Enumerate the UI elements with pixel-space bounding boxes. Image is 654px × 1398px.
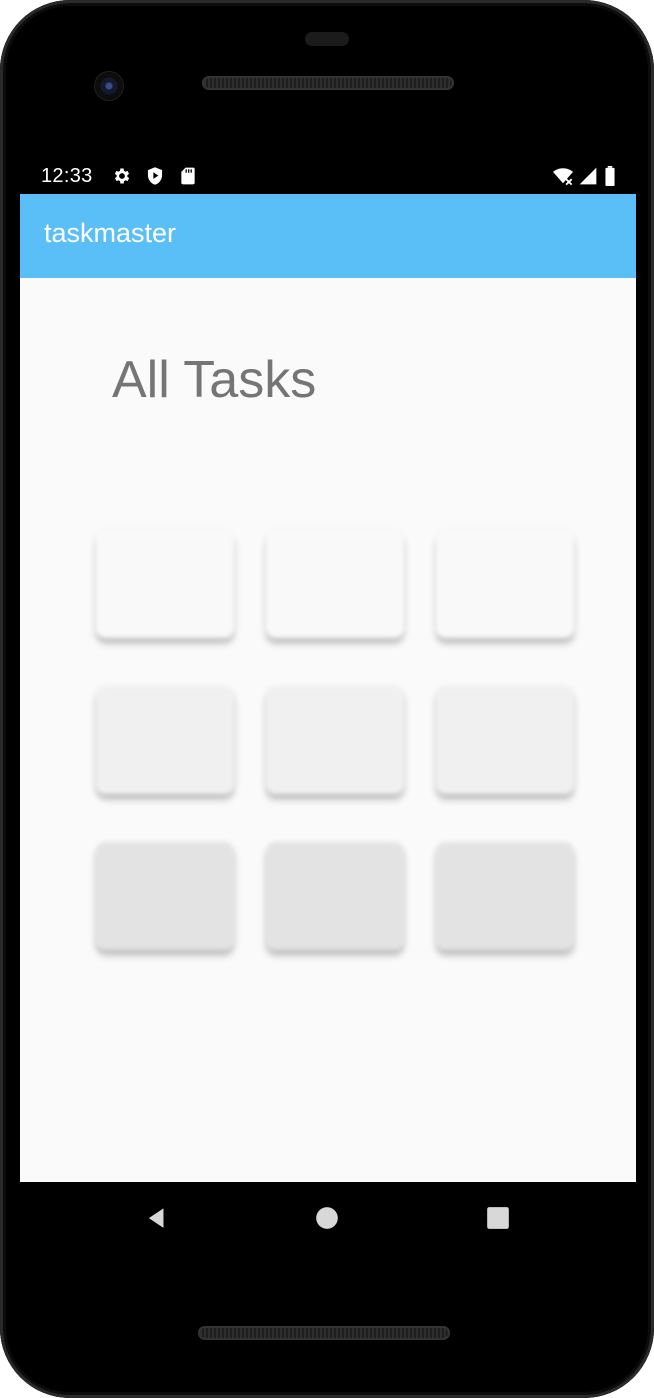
status-time: 12:33 (41, 165, 93, 187)
system-navigation-bar (20, 1182, 636, 1254)
sd-card-icon (178, 166, 198, 186)
home-button[interactable] (311, 1202, 343, 1234)
home-circle-icon (316, 1207, 338, 1229)
bottom-speaker-grille (198, 1326, 450, 1340)
status-notification-icons (112, 166, 198, 186)
status-bar: 12:33 (20, 158, 636, 194)
page-title: All Tasks (112, 351, 317, 409)
phone-frame: 12:33 taskmaster All Tasks (0, 0, 654, 1398)
task-card-placeholder (96, 842, 234, 950)
recents-button[interactable] (482, 1202, 514, 1234)
status-system-icons (552, 166, 616, 186)
front-camera-icon (95, 72, 123, 100)
back-button[interactable] (140, 1202, 172, 1234)
task-card-placeholder (436, 842, 574, 950)
play-protect-shield-icon (145, 166, 165, 186)
task-card-placeholder (96, 686, 234, 794)
task-card-placeholder (266, 686, 404, 794)
earpiece-notch (305, 32, 349, 46)
battery-icon (604, 166, 616, 186)
task-card-placeholder (436, 530, 574, 638)
task-card-placeholder (266, 530, 404, 638)
cell-signal-icon (578, 166, 598, 186)
app-title: taskmaster (44, 218, 177, 248)
wifi-off-icon (552, 166, 573, 186)
task-card-placeholder (266, 842, 404, 950)
task-list-screen: All Tasks (20, 278, 636, 1182)
task-card-placeholder (436, 686, 574, 794)
back-triangle-icon (148, 1208, 164, 1228)
top-speaker-grille (202, 76, 454, 90)
device-screen: 12:33 taskmaster All Tasks (20, 158, 636, 1182)
task-card-placeholder (96, 530, 234, 638)
recents-square-icon (487, 1207, 509, 1229)
app-toolbar: taskmaster (20, 194, 636, 278)
settings-gear-icon (112, 166, 132, 186)
